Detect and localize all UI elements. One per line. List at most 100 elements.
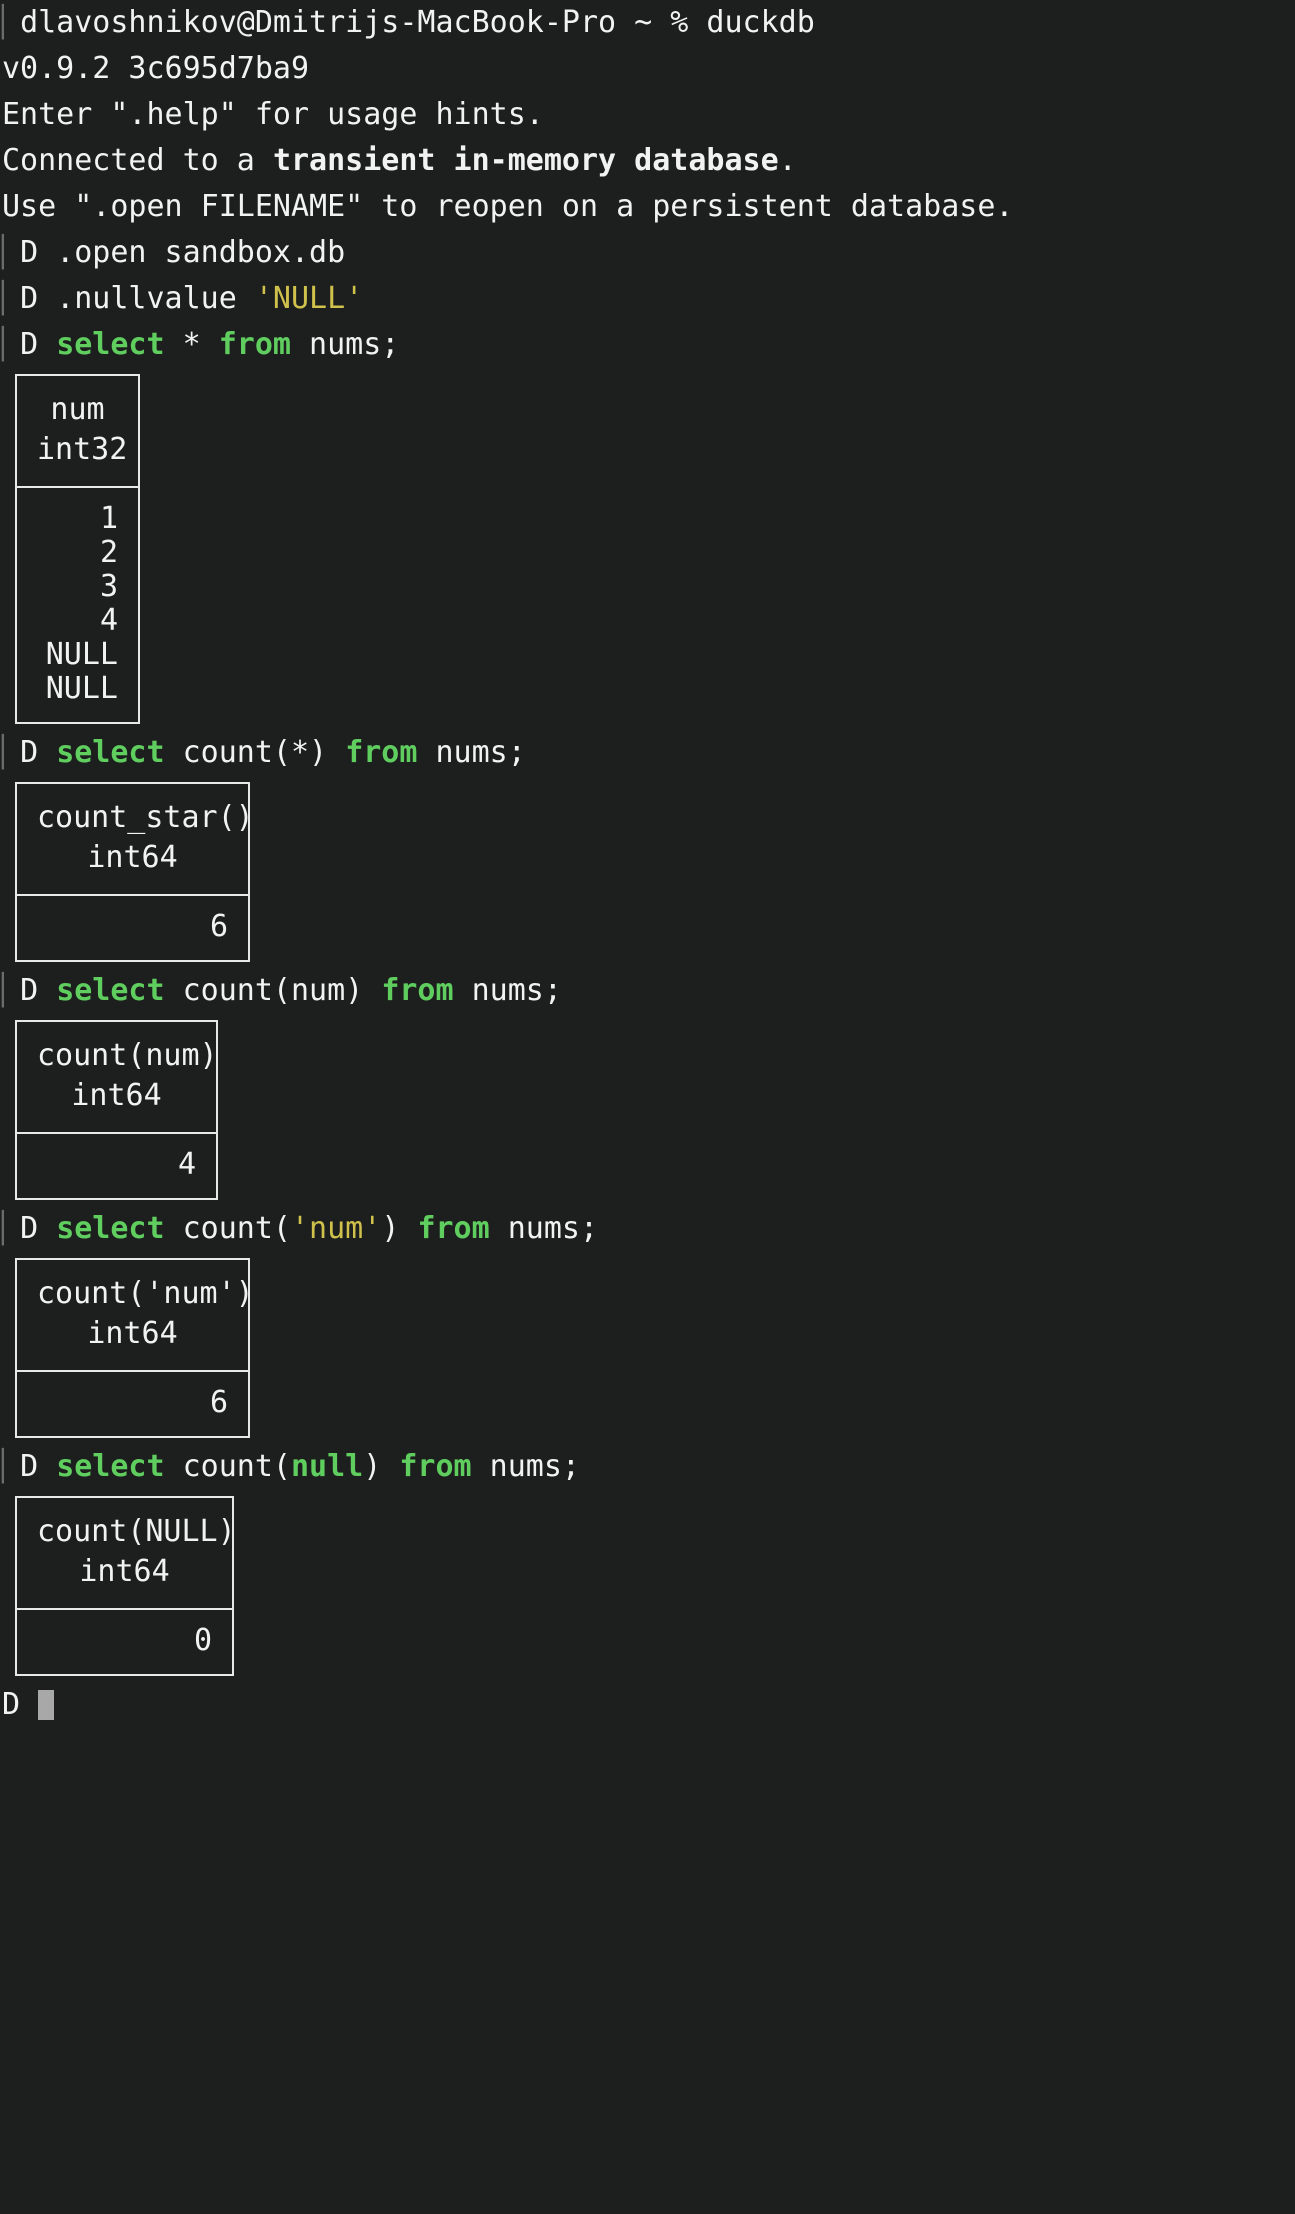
query-token: count(*) bbox=[164, 735, 346, 770]
result-table-header: count_star() int64 bbox=[17, 784, 254, 896]
result-table-body: 1 2 3 4 NULL NULL bbox=[17, 488, 138, 722]
query-text: select * from nums; bbox=[56, 327, 399, 362]
prompt-bar-glyph: ▏ bbox=[2, 235, 21, 270]
column-name: count(NULL) bbox=[37, 1514, 236, 1549]
prompt-symbol: D bbox=[20, 735, 39, 770]
result-table-count-num: count(num) int64 4 bbox=[15, 1020, 218, 1200]
prompt-symbol: D bbox=[20, 327, 39, 362]
prompt-symbol: D bbox=[20, 235, 39, 270]
result-table-body: 0 bbox=[17, 1610, 232, 1674]
query-token: select bbox=[56, 735, 165, 770]
result-table-header: count('num') int64 bbox=[17, 1260, 254, 1372]
table-cell: 2 bbox=[99, 535, 118, 570]
column-type: int32 bbox=[37, 432, 128, 467]
column-type: int64 bbox=[79, 1554, 170, 1589]
query-token: nums; bbox=[417, 735, 526, 770]
table-cell: 4 bbox=[99, 603, 118, 638]
query-token: ) bbox=[381, 1211, 418, 1246]
prompt-bar-glyph: ▏ bbox=[2, 327, 21, 362]
query-token: nums; bbox=[489, 1211, 599, 1246]
command-nullvalue-value: 'NULL' bbox=[254, 281, 364, 316]
query-token: from bbox=[399, 1449, 472, 1484]
connected-database-kind: transient in-memory database bbox=[272, 143, 779, 178]
query-token: from bbox=[417, 1211, 490, 1246]
prompt-bar-glyph: ▏ bbox=[2, 1211, 21, 1246]
query-line-count-null: ▏D select count(null) from nums; bbox=[0, 1444, 1295, 1490]
connected-suffix: . bbox=[778, 143, 797, 178]
column-name: count_star() bbox=[37, 800, 254, 835]
prompt-bar-glyph: ▏ bbox=[2, 1449, 21, 1484]
connected-prefix: Connected to a bbox=[2, 143, 273, 178]
query-line-count-star: ▏D select count(*) from nums; bbox=[0, 730, 1295, 776]
result-table-header: count(NULL) int64 bbox=[17, 1498, 236, 1610]
query-line-select-star: ▏D select * from nums; bbox=[0, 322, 1295, 368]
query-token: select bbox=[56, 1449, 165, 1484]
shell-prompt-line: ▏dlavoshnikov@Dmitrijs-MacBook-Pro ~ % d… bbox=[0, 0, 1295, 46]
table-cell: NULL bbox=[45, 637, 118, 672]
prompt-symbol: D bbox=[20, 1211, 39, 1246]
terminal-window[interactable]: ▏dlavoshnikov@Dmitrijs-MacBook-Pro ~ % d… bbox=[0, 0, 1295, 2214]
query-token: from bbox=[218, 327, 291, 362]
column-name: num bbox=[50, 392, 105, 427]
prompt-symbol: D bbox=[2, 1687, 21, 1722]
table-cell: 4 bbox=[177, 1147, 196, 1182]
column-type: int64 bbox=[87, 1316, 178, 1351]
command-nullvalue-prefix: .nullvalue bbox=[56, 281, 255, 316]
table-cell: 1 bbox=[99, 501, 118, 536]
result-table-body: 4 bbox=[17, 1134, 216, 1198]
text-cursor[interactable] bbox=[38, 1690, 55, 1720]
prompt-bar-glyph: ▏ bbox=[2, 735, 21, 770]
result-table-count-num-string: count('num') int64 6 bbox=[15, 1258, 254, 1438]
query-text: select count(*) from nums; bbox=[56, 735, 526, 770]
result-table-body: 6 bbox=[17, 896, 248, 960]
query-token: null bbox=[291, 1449, 364, 1484]
result-table-count-null: count(NULL) int64 0 bbox=[15, 1496, 236, 1676]
connected-line: Connected to a transient in-memory datab… bbox=[0, 138, 1295, 184]
command-open-text: .open sandbox.db bbox=[56, 235, 346, 270]
query-token: ) bbox=[363, 1449, 400, 1484]
duckdb-version-line: v0.9.2 3c695d7ba9 bbox=[2, 51, 310, 86]
active-prompt-line[interactable]: D bbox=[0, 1682, 1295, 1728]
column-type: int64 bbox=[71, 1078, 162, 1113]
table-cell: 6 bbox=[209, 909, 228, 944]
query-token: from bbox=[345, 735, 418, 770]
query-token: nums; bbox=[453, 973, 562, 1008]
query-text: select count(null) from nums; bbox=[56, 1449, 580, 1484]
query-text: select count(num) from nums; bbox=[56, 973, 562, 1008]
result-table-body: 6 bbox=[17, 1372, 248, 1436]
query-text: select count('num') from nums; bbox=[56, 1211, 598, 1246]
result-table-header: num int32 bbox=[17, 376, 138, 488]
command-nullvalue-line: ▏D .nullvalue 'NULL' bbox=[0, 276, 1295, 322]
result-table-count-star: count_star() int64 6 bbox=[15, 782, 254, 962]
column-name: count('num') bbox=[37, 1276, 254, 1311]
command-open-line: ▏D .open sandbox.db bbox=[0, 230, 1295, 276]
prompt-symbol: D bbox=[20, 1449, 39, 1484]
result-table-select-star: num int32 1 2 3 4 NULL NULL bbox=[15, 374, 140, 724]
table-cell: NULL bbox=[45, 671, 118, 706]
query-token: from bbox=[381, 973, 454, 1008]
prompt-bar-glyph: ▏ bbox=[2, 5, 21, 40]
query-token: nums; bbox=[291, 327, 400, 362]
query-token: select bbox=[56, 1211, 165, 1246]
query-token: select bbox=[56, 973, 165, 1008]
shell-prompt-text: dlavoshnikov@Dmitrijs-MacBook-Pro ~ % du… bbox=[20, 5, 815, 40]
table-cell: 6 bbox=[209, 1385, 228, 1420]
prompt-symbol: D bbox=[20, 281, 39, 316]
column-name: count(num) bbox=[37, 1038, 218, 1073]
query-token: select bbox=[56, 327, 165, 362]
query-token: nums; bbox=[471, 1449, 580, 1484]
prompt-symbol: D bbox=[20, 973, 39, 1008]
reopen-hint-line: Use ".open FILENAME" to reopen on a pers… bbox=[2, 189, 1014, 224]
table-cell: 0 bbox=[193, 1623, 212, 1658]
query-token: count( bbox=[164, 1211, 291, 1246]
query-token: count(num) bbox=[164, 973, 382, 1008]
query-token: * bbox=[164, 327, 219, 362]
result-table-header: count(num) int64 bbox=[17, 1022, 218, 1134]
table-cell: 3 bbox=[99, 569, 118, 604]
